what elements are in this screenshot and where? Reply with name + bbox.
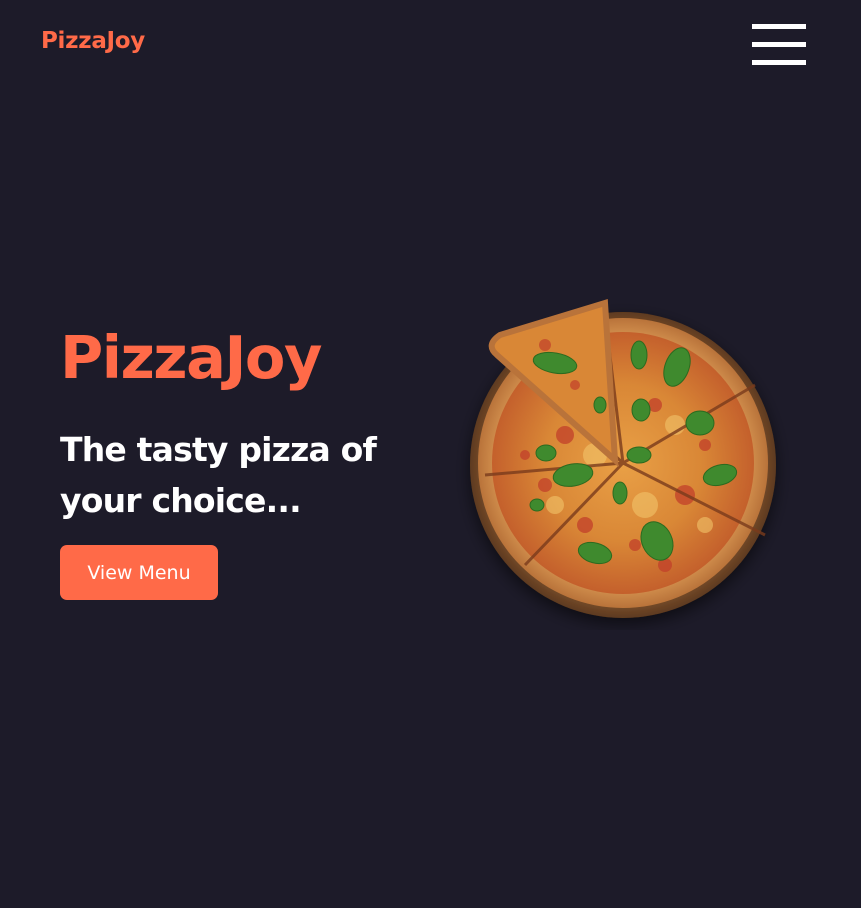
view-menu-button[interactable]: View Menu — [60, 545, 218, 600]
menu-bar — [752, 42, 806, 47]
brand-logo[interactable]: PizzaJoy — [41, 28, 145, 54]
pizza-image — [455, 285, 795, 630]
hero-title: PizzaJoy — [60, 323, 322, 392]
page: PizzaJoy PizzaJoy The tasty pizza of you… — [0, 0, 861, 908]
hero-subtitle: The tasty pizza of your choice... — [60, 430, 377, 520]
menu-bar — [752, 24, 806, 29]
menu-bar — [752, 60, 806, 65]
hamburger-menu-icon[interactable] — [752, 24, 806, 66]
